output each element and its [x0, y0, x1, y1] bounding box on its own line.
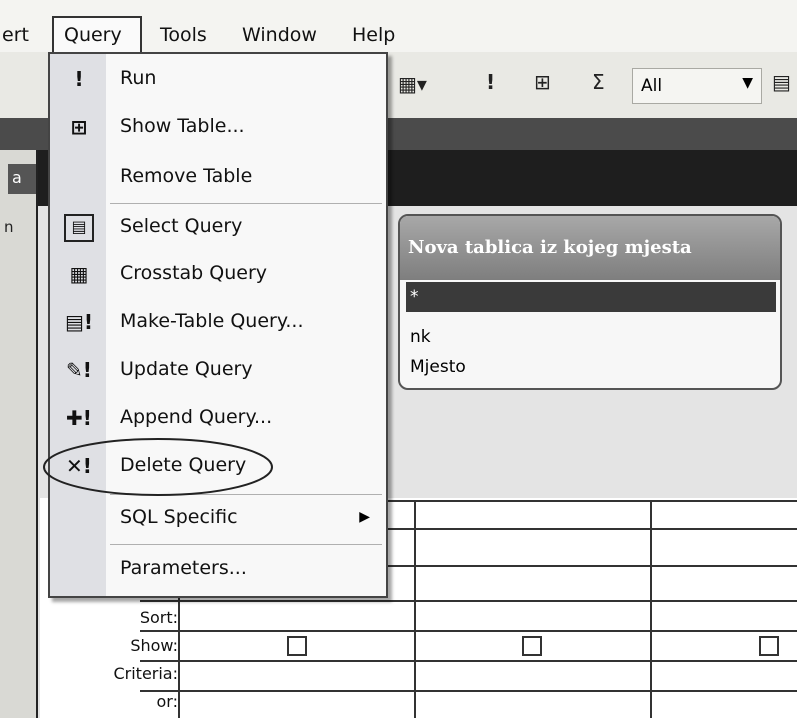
query-type-icon[interactable]: ▦▾ [398, 72, 427, 96]
menu-item-show-table[interactable]: ⊞ Show Table... [50, 104, 386, 151]
chevron-down-icon[interactable]: ▼ [742, 75, 753, 91]
menu-item-delete-query[interactable]: ✕! Delete Query [50, 443, 386, 490]
run-toolbar-icon[interactable]: ! [486, 70, 495, 94]
menu-separator [110, 544, 382, 545]
make-table-query-icon: ▤! [64, 310, 94, 334]
table-field-list-title[interactable]: Nova tablica iz kojeg mjesta [400, 216, 780, 280]
properties-icon[interactable]: ▤ [772, 70, 791, 94]
menu-item-label: SQL Specific [120, 506, 238, 528]
menu-item-update-query[interactable]: ✎! Update Query [50, 347, 386, 394]
grid-column-divider [650, 500, 652, 718]
grid-line [140, 690, 797, 692]
menu-item-label: Remove Table [120, 165, 253, 187]
show-checkbox[interactable] [759, 636, 779, 656]
field-nk[interactable]: nk [406, 322, 776, 352]
menu-item-label: Crosstab Query [120, 262, 268, 284]
submenu-arrow-icon: ▶ [359, 509, 370, 525]
menu-item-crosstab-query[interactable]: ▦ Crosstab Query [50, 251, 386, 298]
crosstab-query-icon: ▦ [69, 262, 89, 286]
menu-tools[interactable]: Tools [160, 24, 207, 46]
menu-item-label: Update Query [120, 358, 253, 380]
menu-item-label: Make-Table Query... [120, 310, 304, 332]
grid-column-divider [414, 500, 416, 718]
top-values-combo[interactable]: All ▼ [632, 68, 762, 104]
query-menu-dropdown: ! Run ⊞ Show Table... Remove Table ▤ Sel… [48, 52, 388, 598]
left-panel: a n [0, 150, 36, 718]
grid-line [140, 600, 797, 602]
table-field-list[interactable]: Nova tablica iz kojeg mjesta * nk Mjesto [398, 214, 782, 390]
left-panel-tab-label: a [12, 168, 22, 187]
grid-row-label-or: or: [156, 692, 178, 711]
show-table-icon: ⊞ [70, 115, 88, 139]
menu-item-parameters[interactable]: Parameters... [50, 546, 386, 593]
show-checkbox[interactable] [522, 636, 542, 656]
delete-query-icon: ✕! [66, 454, 92, 478]
menu-item-sql-specific[interactable]: SQL Specific ▶ [50, 495, 386, 542]
append-query-icon: ✚! [66, 406, 92, 430]
menu-insert-partial[interactable]: ert [2, 24, 29, 46]
grid-row-label-show: Show: [130, 636, 178, 655]
menu-query[interactable]: Query [64, 24, 122, 46]
menu-item-label: Delete Query [120, 454, 247, 476]
field-all-columns[interactable]: * [406, 282, 776, 312]
top-values-value: All [641, 76, 663, 96]
grid-line [140, 630, 797, 632]
grid-row-label-criteria: Criteria: [113, 664, 178, 683]
run-icon: ! [74, 67, 84, 91]
menu-item-select-query[interactable]: ▤ Select Query [50, 204, 386, 251]
menu-item-label: Run [120, 67, 157, 89]
menu-help[interactable]: Help [352, 24, 395, 46]
menu-item-run[interactable]: ! Run [50, 56, 386, 103]
left-panel-tab: a [8, 164, 36, 194]
menu-item-append-query[interactable]: ✚! Append Query... [50, 395, 386, 442]
field-mjesto[interactable]: Mjesto [406, 352, 776, 382]
update-query-icon: ✎! [66, 358, 92, 382]
menu-item-remove-table[interactable]: Remove Table [50, 154, 386, 201]
grid-line [140, 660, 797, 662]
show-table-toolbar-icon[interactable]: ⊞ [534, 70, 551, 94]
menu-item-label: Show Table... [120, 115, 245, 137]
menu-item-label: Parameters... [120, 557, 247, 579]
menu-item-make-table-query[interactable]: ▤! Make-Table Query... [50, 299, 386, 346]
show-checkbox[interactable] [287, 636, 307, 656]
left-panel-label: n [4, 218, 14, 236]
menu-item-label: Select Query [120, 215, 243, 237]
grid-row-label-sort: Sort: [139, 608, 178, 627]
select-query-icon: ▤ [64, 214, 94, 242]
menu-window[interactable]: Window [242, 24, 317, 46]
totals-sigma-icon[interactable]: Σ [592, 70, 605, 94]
menu-bar: ert Query Tools Window Help [0, 0, 797, 52]
menu-item-label: Append Query... [120, 406, 273, 428]
